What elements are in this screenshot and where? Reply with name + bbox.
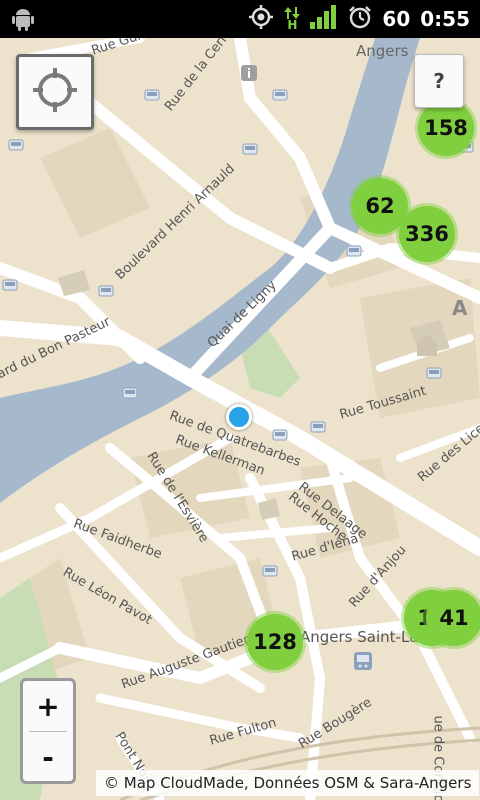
bus-stop-icon[interactable] (242, 142, 258, 161)
bus-stop-cluster[interactable]: 41 (426, 590, 480, 646)
zoom-out-button[interactable]: - (23, 732, 73, 781)
bus-stop-cluster[interactable]: 336 (399, 206, 455, 262)
street-label: A (452, 296, 468, 320)
bus-stop-icon[interactable] (262, 564, 278, 583)
zoom-in-button[interactable]: + (23, 681, 73, 731)
street-label: Angers (356, 42, 409, 60)
gps-icon (248, 4, 274, 34)
zoom-control: + - (20, 678, 76, 784)
data-arrows-icon: H (284, 7, 301, 32)
locate-me-button[interactable] (16, 54, 94, 130)
bus-stop-cluster[interactable]: 158 (418, 100, 474, 156)
alarm-icon (348, 5, 372, 33)
church-icon (414, 332, 440, 362)
map-view[interactable]: Rue Guittet Rue de la Cerf Angers Boulev… (0, 38, 480, 800)
bus-stop-icon[interactable] (2, 278, 18, 297)
signal-icon (310, 5, 338, 33)
clock: 0:55 (420, 7, 470, 31)
bus-stop-icon[interactable] (272, 88, 288, 107)
bus-stop-icon[interactable] (98, 284, 114, 303)
status-bar: H 60 0:55 (0, 0, 480, 38)
train-station-icon[interactable] (352, 650, 374, 676)
bus-stop-cluster[interactable]: 128 (247, 614, 303, 670)
android-icon (12, 7, 34, 35)
bus-stop-icon[interactable] (310, 420, 326, 439)
network-type-label: H (287, 18, 298, 32)
battery-level: 60 (382, 7, 411, 31)
bus-stop-icon[interactable] (8, 138, 24, 157)
help-button[interactable]: ? (414, 54, 464, 108)
crosshair-icon (31, 66, 79, 118)
info-icon[interactable] (240, 64, 258, 86)
bus-stop-icon[interactable] (426, 366, 442, 385)
bus-stop-icon[interactable] (144, 88, 160, 107)
map-attribution: © Map CloudMade, Données OSM & Sara-Ange… (96, 770, 480, 796)
bus-stop-icon[interactable] (122, 386, 138, 405)
bus-stop-icon[interactable] (346, 244, 362, 263)
current-location-marker (226, 404, 252, 430)
bus-stop-icon[interactable] (272, 428, 288, 447)
